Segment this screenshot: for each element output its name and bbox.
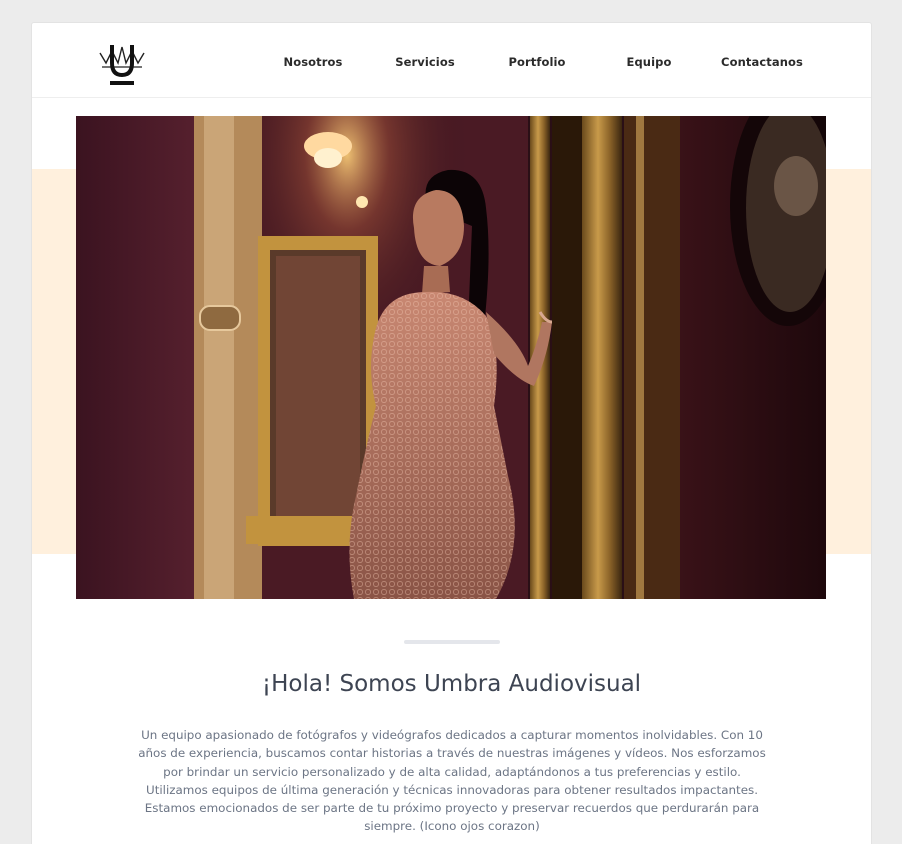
nav-item-servicios[interactable]: Servicios	[395, 55, 455, 69]
nav-item-portfolio[interactable]: Portfolio	[508, 55, 565, 69]
section-divider	[404, 640, 500, 644]
nav-item-contactanos[interactable]: Contactanos	[721, 55, 803, 69]
nav-item-equipo[interactable]: Equipo	[627, 55, 672, 69]
main-nav: Nosotros Servicios Portfolio Equipo Cont…	[32, 55, 871, 75]
page-card: Nosotros Servicios Portfolio Equipo Cont…	[31, 22, 872, 844]
hero-illustration	[76, 116, 826, 599]
hero-photo	[76, 116, 826, 599]
site-header: Nosotros Servicios Portfolio Equipo Cont…	[32, 23, 871, 98]
about-description: Un equipo apasionado de fotógrafos y vid…	[138, 728, 766, 834]
nav-item-nosotros[interactable]: Nosotros	[284, 55, 343, 69]
about-title: ¡Hola! Somos Umbra Audiovisual	[261, 671, 642, 697]
